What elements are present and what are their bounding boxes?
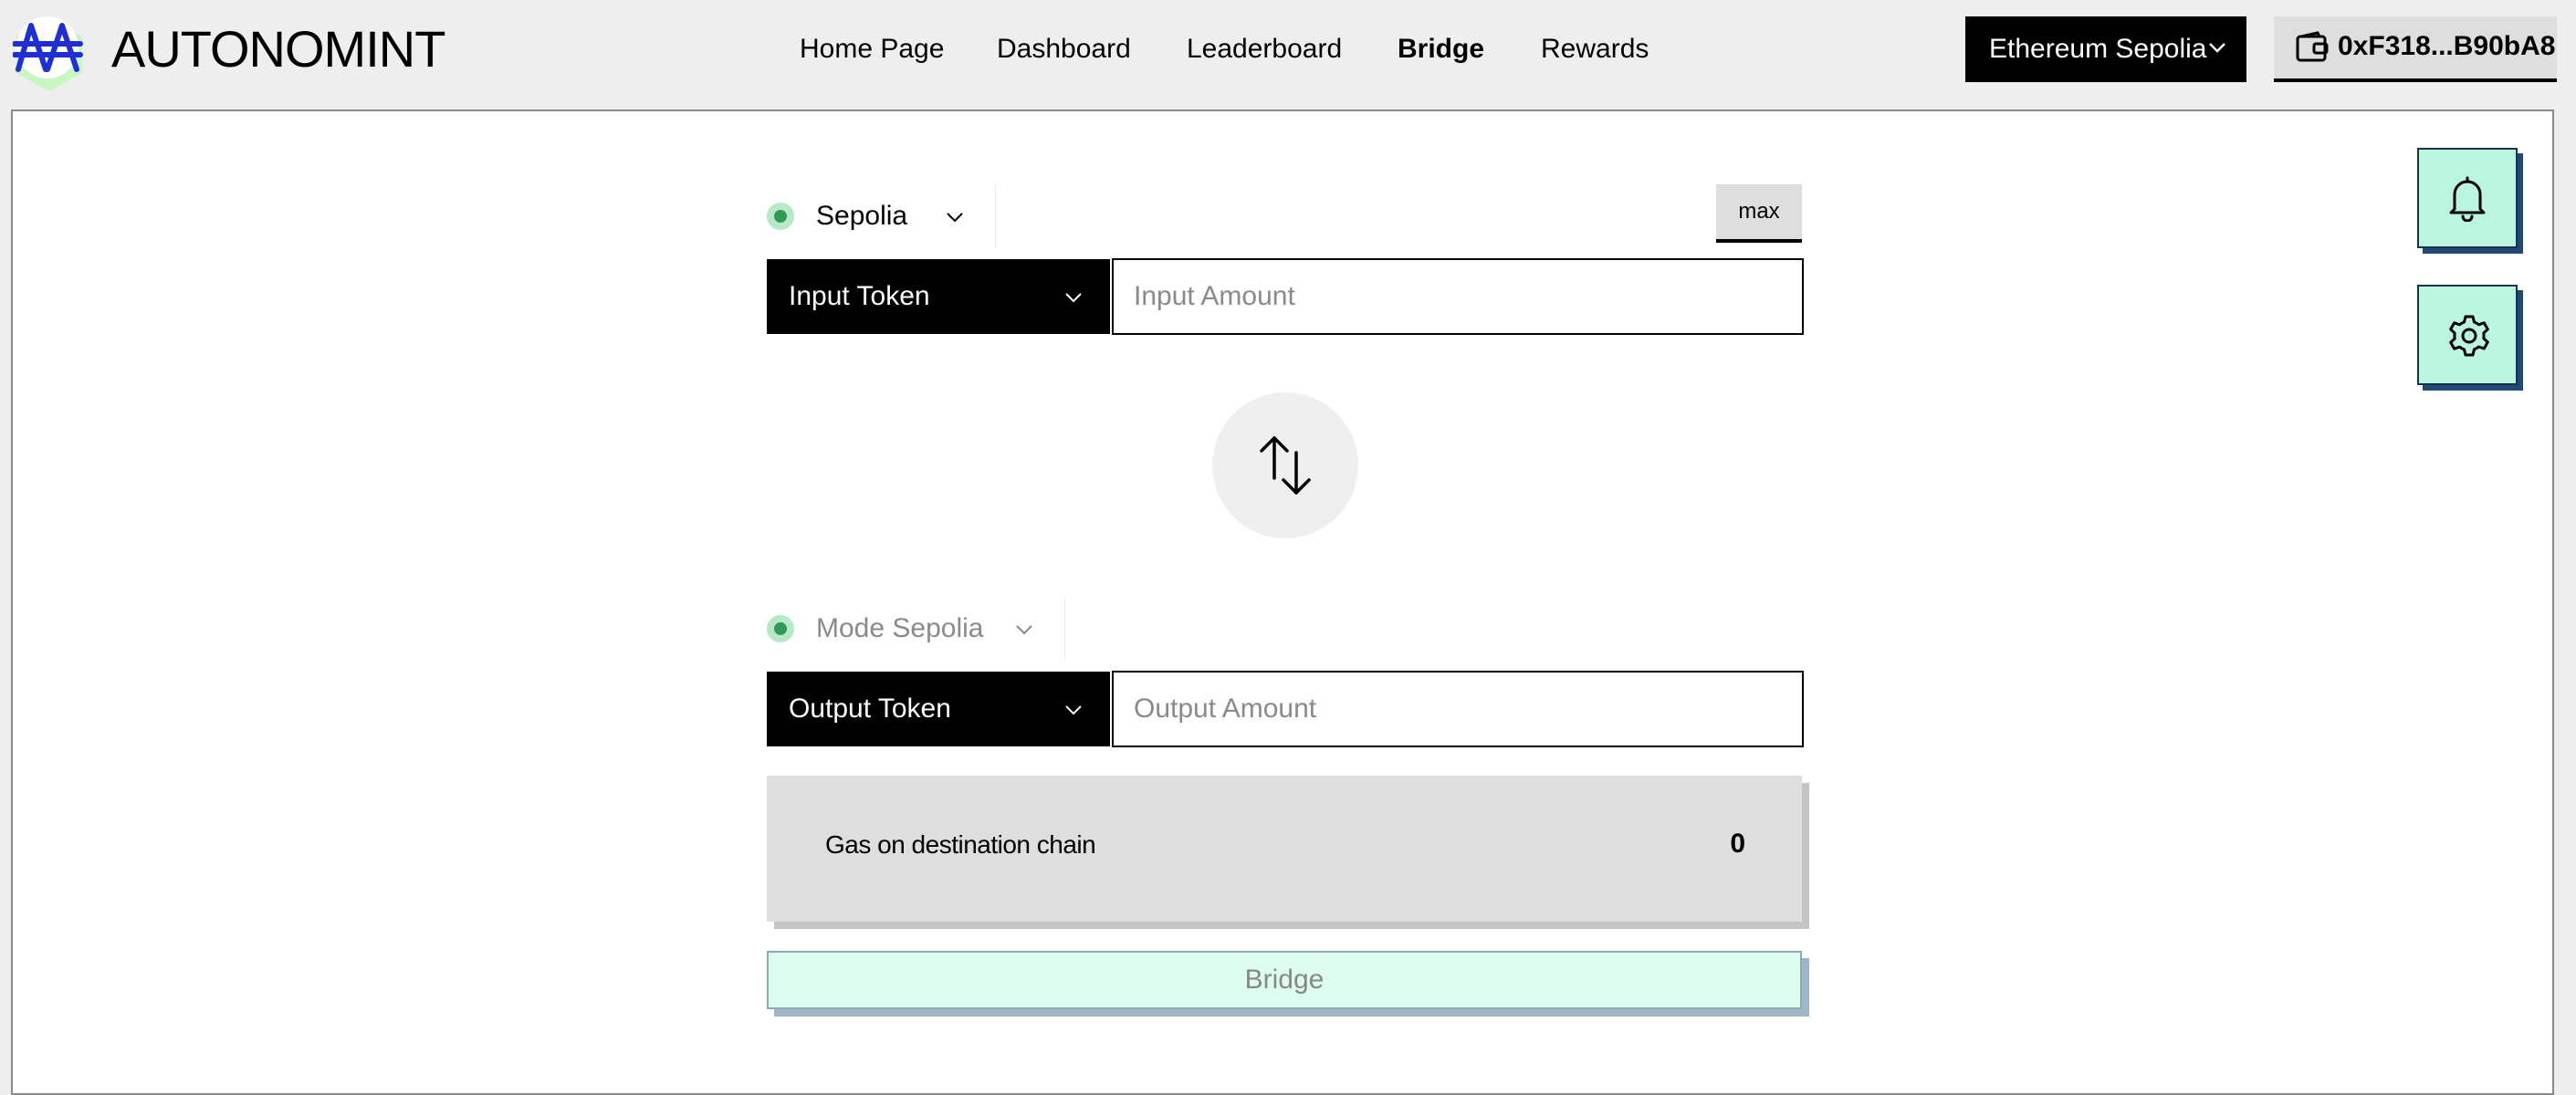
notifications-button[interactable] bbox=[2417, 148, 2518, 248]
chain-status-dot bbox=[767, 203, 794, 230]
output-amount-field[interactable] bbox=[1112, 671, 1804, 747]
bridge-submit-button[interactable]: Bridge bbox=[767, 951, 1802, 1009]
gas-label: Gas on destination chain bbox=[825, 830, 1096, 859]
input-token-selector[interactable]: Input Token bbox=[767, 259, 1110, 334]
max-button[interactable]: max bbox=[1716, 184, 1802, 243]
source-chain-selector[interactable]: Sepolia bbox=[767, 184, 996, 248]
chevron-down-icon bbox=[1065, 705, 1082, 715]
source-chain-name: Sepolia bbox=[816, 201, 908, 231]
chevron-down-icon bbox=[1016, 625, 1032, 635]
gear-icon bbox=[2449, 315, 2489, 357]
autonomint-logo-icon[interactable] bbox=[12, 16, 86, 93]
input-token-label: Input Token bbox=[789, 281, 930, 311]
chevron-down-icon bbox=[1065, 293, 1082, 303]
network-selector-button[interactable]: Ethereum Sepolia bbox=[1965, 16, 2246, 82]
network-name: Ethereum Sepolia bbox=[1989, 34, 2207, 64]
wallet-icon bbox=[2296, 31, 2329, 62]
wallet-address: 0xF318...B90bA8 bbox=[2338, 31, 2556, 61]
gas-info-box: Gas on destination chain 0 bbox=[767, 776, 1802, 922]
output-token-label: Output Token bbox=[789, 694, 951, 724]
nav-bridge[interactable]: Bridge bbox=[1398, 30, 1484, 68]
nav-leaderboard[interactable]: Leaderboard bbox=[1187, 30, 1342, 68]
bell-icon bbox=[2449, 176, 2486, 222]
nav-home-page[interactable]: Home Page bbox=[800, 30, 944, 68]
bridge-panel: Sepolia max Input Token Mode Sepolia bbox=[11, 110, 2554, 1095]
wallet-address-button[interactable]: 0xF318...B90bA8 bbox=[2274, 16, 2557, 82]
nav-dashboard[interactable]: Dashboard bbox=[997, 30, 1131, 68]
settings-button[interactable] bbox=[2417, 285, 2518, 385]
destination-chain-name: Mode Sepolia bbox=[816, 613, 984, 643]
chevron-down-icon bbox=[947, 213, 963, 223]
input-amount-field[interactable] bbox=[1112, 258, 1804, 335]
output-token-selector[interactable]: Output Token bbox=[767, 672, 1110, 746]
chevron-down-icon bbox=[2209, 43, 2225, 53]
nav-rewards[interactable]: Rewards bbox=[1541, 30, 1649, 68]
swap-arrows-icon bbox=[1260, 436, 1311, 495]
swap-direction-button[interactable] bbox=[1212, 392, 1358, 538]
gas-value: 0 bbox=[1730, 829, 1745, 859]
brand-name[interactable]: AUTONOMINT bbox=[111, 20, 445, 78]
destination-chain-selector[interactable]: Mode Sepolia bbox=[767, 597, 1065, 661]
chain-status-dot bbox=[767, 615, 794, 642]
top-header: AUTONOMINT Home Page Dashboard Leaderboa… bbox=[0, 0, 2576, 108]
